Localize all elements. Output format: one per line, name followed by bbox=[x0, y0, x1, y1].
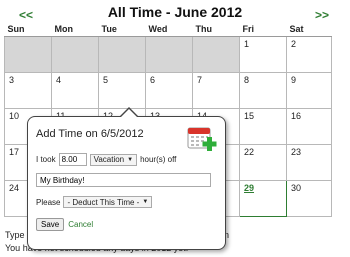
popup-pointer-fill bbox=[121, 109, 137, 117]
day-number: 30 bbox=[291, 183, 302, 193]
took-label: I took bbox=[36, 155, 56, 164]
calendar-title: All Time - June 2012 bbox=[107, 4, 243, 20]
day-cell[interactable]: 1 bbox=[239, 36, 287, 73]
day-cell[interactable]: 15 bbox=[239, 108, 287, 145]
day-number: 23 bbox=[291, 147, 302, 157]
weekday-header: Sun bbox=[4, 22, 52, 37]
day-number: 15 bbox=[244, 111, 255, 121]
day-number: 17 bbox=[9, 147, 20, 157]
day-number: 16 bbox=[291, 111, 302, 121]
weekday-header: Fri bbox=[239, 22, 287, 37]
day-cell[interactable]: 23 bbox=[286, 144, 332, 181]
weekday-header: Thu bbox=[192, 22, 240, 37]
empty-day-cell bbox=[145, 36, 193, 73]
day-cell[interactable]: 2 bbox=[286, 36, 332, 73]
weekday-header: Mon bbox=[51, 22, 99, 37]
weekday-header: Tue bbox=[98, 22, 146, 37]
deduct-value: - Deduct This Time - bbox=[67, 197, 140, 207]
empty-day-cell bbox=[192, 36, 240, 73]
add-time-popup: Add Time on 6/5/2012 I took Vacation ▼ h… bbox=[27, 116, 226, 250]
calendar-add-icon bbox=[187, 127, 217, 151]
day-number: 7 bbox=[197, 75, 203, 85]
day-number: 4 bbox=[56, 75, 62, 85]
day-number: 8 bbox=[244, 75, 250, 85]
day-number: 2 bbox=[291, 39, 297, 49]
deduct-select[interactable]: - Deduct This Time - ▼ bbox=[63, 196, 153, 208]
day-number: 1 bbox=[244, 39, 250, 49]
weekday-header: Sat bbox=[286, 22, 332, 37]
day-cell[interactable]: 3 bbox=[4, 72, 52, 109]
day-cell[interactable]: 6 bbox=[145, 72, 193, 109]
calendar-week-row: 12 bbox=[4, 36, 332, 73]
day-number: 3 bbox=[9, 75, 15, 85]
day-number: 5 bbox=[103, 75, 109, 85]
day-number: 29 bbox=[244, 183, 255, 193]
day-cell[interactable]: 7 bbox=[192, 72, 240, 109]
day-number: 22 bbox=[244, 147, 255, 157]
hours-row: I took Vacation ▼ hour(s) off bbox=[36, 153, 176, 166]
weekday-header: Wed bbox=[145, 22, 193, 37]
popup-title: Add Time on 6/5/2012 bbox=[36, 128, 144, 140]
empty-day-cell bbox=[51, 36, 99, 73]
please-label: Please bbox=[36, 197, 61, 207]
empty-day-cell bbox=[4, 36, 52, 73]
day-cell[interactable]: 8 bbox=[239, 72, 287, 109]
hours-input[interactable] bbox=[58, 153, 87, 166]
chevron-down-icon: ▼ bbox=[142, 199, 149, 205]
calendar-week-row: 3 4 5 6 7 8 9 bbox=[4, 72, 332, 109]
day-number: 6 bbox=[150, 75, 156, 85]
day-number: 9 bbox=[291, 75, 297, 85]
time-type-select[interactable]: Vacation ▼ bbox=[89, 153, 138, 166]
chevron-down-icon: ▼ bbox=[127, 156, 134, 163]
deduct-row: Please - Deduct This Time - ▼ bbox=[36, 196, 153, 208]
day-number: 10 bbox=[9, 111, 20, 121]
day-cell[interactable]: 5 bbox=[98, 72, 146, 109]
type-label: Type bbox=[5, 230, 25, 240]
day-cell[interactable]: 16 bbox=[286, 108, 332, 145]
time-type-value: Vacation bbox=[93, 155, 125, 164]
day-number: 24 bbox=[9, 183, 20, 193]
day-cell[interactable]: 30 bbox=[286, 180, 332, 217]
day-cell[interactable]: 9 bbox=[286, 72, 332, 109]
day-cell[interactable]: 4 bbox=[51, 72, 99, 109]
empty-day-cell bbox=[98, 36, 146, 73]
next-month-link[interactable]: >> bbox=[315, 8, 329, 22]
hours-suffix-label: hour(s) off bbox=[140, 155, 177, 164]
save-button[interactable]: Save bbox=[36, 218, 65, 231]
day-cell[interactable]: 29 bbox=[239, 180, 287, 217]
actions-row: Save Cancel bbox=[36, 218, 93, 231]
cancel-link[interactable]: Cancel bbox=[68, 220, 93, 229]
day-cell[interactable]: 22 bbox=[239, 144, 287, 181]
reason-input[interactable] bbox=[36, 173, 211, 187]
